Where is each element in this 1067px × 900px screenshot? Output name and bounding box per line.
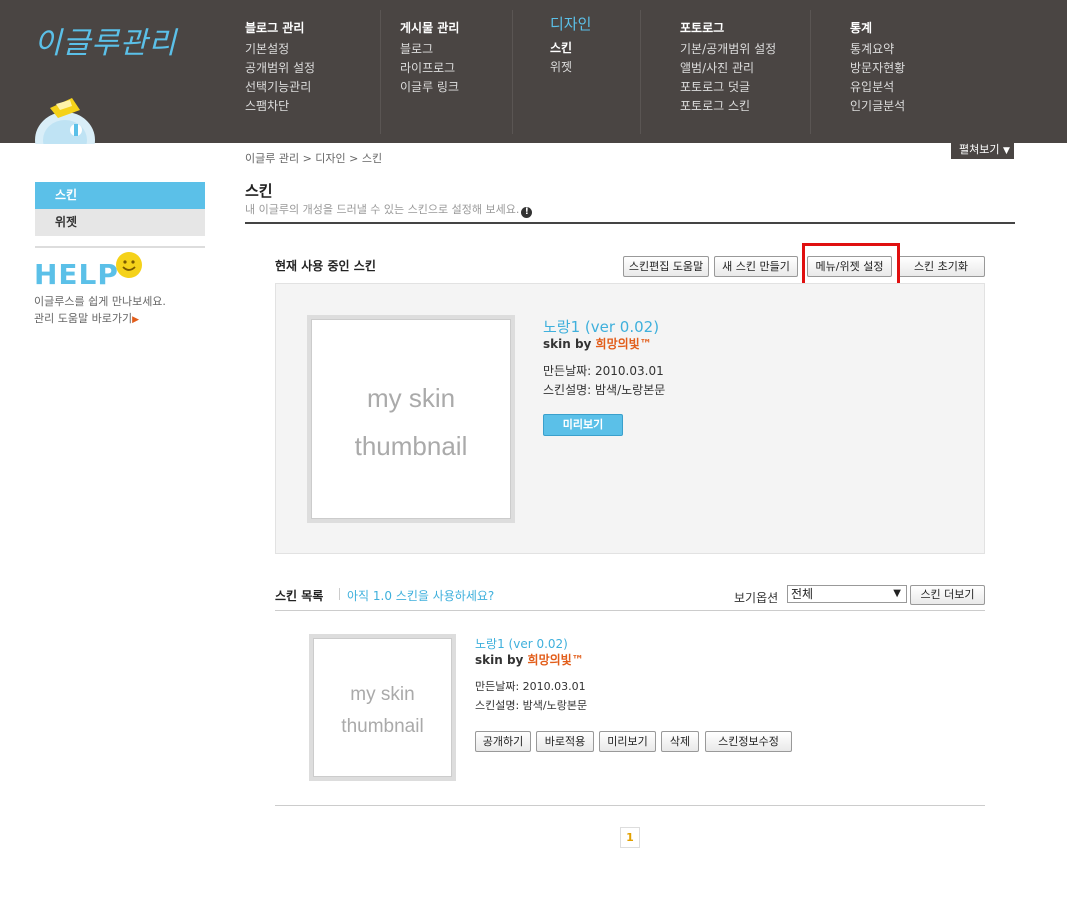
thumbnail-text: my skin (350, 684, 415, 705)
thumbnail-frame (311, 319, 511, 519)
expand-button-label: 펼쳐보기 (959, 143, 1000, 156)
chevron-down-icon: ▼ (893, 588, 901, 599)
label-divider (339, 588, 340, 600)
pagination-page[interactable]: 1 (620, 827, 640, 848)
skin-description: 스킨설명: 밤색/노랑본문 (475, 699, 588, 712)
mascot-icon (32, 96, 98, 144)
nav-skin[interactable]: 스킨 (550, 39, 591, 58)
skin-author[interactable]: 희망의빛™ (596, 337, 652, 351)
nav-photolog-skin[interactable]: 포토로그 스킨 (680, 97, 776, 116)
nav-basic-settings[interactable]: 기본설정 (245, 40, 315, 59)
skin-thumbnail: my skin thumbnail (309, 634, 456, 781)
current-skin-label: 현재 사용 중인 스킨 (275, 259, 376, 273)
nav-photolog-settings[interactable]: 기본/공개범위 설정 (680, 40, 776, 59)
chevron-down-icon: ▼ (1002, 146, 1010, 156)
skin-description: 스킨설명: 밤색/노랑본문 (543, 383, 666, 397)
skin-date: 만든날짜: 2010.03.01 (543, 364, 664, 378)
skin-by-label: skin by (475, 653, 528, 667)
skin-list-label: 스킨 목록 (275, 589, 324, 603)
skin-date: 만든날짜: 2010.03.01 (475, 680, 586, 693)
nav-album-manage[interactable]: 앨범/사진 관리 (680, 59, 776, 78)
nav-photolog-comments[interactable]: 포토로그 덧글 (680, 78, 776, 97)
nav-egloo-link[interactable]: 이글루 링크 (400, 78, 459, 97)
help-link-label: 관리 도움말 바로가기 (34, 312, 133, 325)
nav-title-blog-admin[interactable]: 블로그 관리 (245, 18, 315, 40)
nav-divider (512, 10, 513, 134)
help-link[interactable]: 관리 도움말 바로가기▶ (34, 310, 139, 326)
sidebar-item-widget[interactable]: 위젯 (35, 209, 205, 236)
nav-blog-admin: 블로그 관리 기본설정 공개범위 설정 선택기능관리 스팸차단 (245, 18, 315, 116)
skin-edit-help-button[interactable]: 스킨편집 도움말 (623, 256, 709, 277)
apply-now-button[interactable]: 바로적용 (536, 731, 594, 752)
sidebar-item-skin[interactable]: 스킨 (35, 182, 205, 209)
title-divider (245, 222, 1015, 224)
thumbnail-text: my skin (366, 383, 456, 413)
nav-divider (640, 10, 641, 134)
skin-thumbnail: my skin thumbnail (307, 315, 515, 523)
new-skin-button[interactable]: 새 스킨 만들기 (714, 256, 798, 277)
nav-visibility-settings[interactable]: 공개범위 설정 (245, 59, 315, 78)
skin-author-line: skin by 희망의빛™ (475, 651, 584, 668)
preview-button[interactable]: 미리보기 (543, 414, 623, 436)
nav-lifelog[interactable]: 라이프로그 (400, 59, 459, 78)
help-text: 이글루스를 쉽게 만나보세요. (34, 295, 166, 308)
nav-post-admin: 게시물 관리 블로그 라이프로그 이글루 링크 (400, 18, 459, 97)
thumbnail-text: thumbnail (341, 716, 424, 737)
list-bottom-divider (275, 805, 985, 806)
delete-button[interactable]: 삭제 (661, 731, 699, 752)
list-divider (275, 610, 985, 611)
info-icon[interactable]: ! (521, 207, 533, 218)
nav-stats-summary[interactable]: 통계요약 (850, 40, 905, 59)
expand-button[interactable]: 펼쳐보기 ▼ (951, 142, 1014, 159)
legacy-skin-link[interactable]: 아직 1.0 스킨을 사용하세요? (347, 587, 494, 604)
edit-skin-info-button[interactable]: 스킨정보수정 (705, 731, 792, 752)
nav-title-stats[interactable]: 통계 (850, 18, 905, 40)
view-option-select[interactable]: 전체 ▼ (787, 585, 907, 603)
sidebar-divider (35, 246, 205, 248)
view-option-value: 전체 (791, 587, 814, 601)
nav-spam-block[interactable]: 스팸차단 (245, 97, 315, 116)
publish-button[interactable]: 공개하기 (475, 731, 531, 752)
skin-reset-button[interactable]: 스킨 초기화 (897, 256, 985, 277)
arrow-right-icon: ▶ (132, 315, 139, 325)
nav-widget[interactable]: 위젯 (550, 58, 591, 77)
nav-optional-features[interactable]: 선택기능관리 (245, 78, 315, 97)
thumbnail-text: thumbnail (354, 431, 468, 461)
nav-inflow-analysis[interactable]: 유입분석 (850, 78, 905, 97)
nav-blog[interactable]: 블로그 (400, 40, 459, 59)
preview-button[interactable]: 미리보기 (599, 731, 656, 752)
skin-name[interactable]: 노랑1 (ver 0.02) (475, 635, 568, 652)
help-title: HELP (34, 258, 119, 291)
nav-divider (380, 10, 381, 134)
nav-design: 디자인 스킨 위젯 (550, 15, 591, 77)
smiley-icon (116, 252, 142, 278)
nav-title-design[interactable]: 디자인 (550, 15, 591, 39)
logo[interactable]: 이글루관리 (34, 18, 177, 62)
skin-name: 노랑1 (ver 0.02) (543, 318, 660, 336)
nav-stats: 통계 통계요약 방문자현황 유입분석 인기글분석 (850, 18, 905, 116)
skin-by-label: skin by (543, 337, 596, 351)
page-subtitle: 내 이글루의 개성을 드러낼 수 있는 스킨으로 설정해 보세요.! (245, 201, 533, 218)
page-subtitle-text: 내 이글루의 개성을 드러낼 수 있는 스킨으로 설정해 보세요. (245, 203, 520, 216)
skin-author[interactable]: 희망의빛™ (528, 653, 584, 667)
top-header: 이글루관리 블로그 관리 기본설정 공개범위 설정 선택기능관리 스팸차단 게시… (0, 0, 1067, 144)
breadcrumb: 이글루 관리 > 디자인 > 스킨 (245, 152, 383, 165)
nav-title-post-admin[interactable]: 게시물 관리 (400, 18, 459, 40)
page-title: 스킨 (245, 182, 273, 200)
thumbnail-frame (313, 638, 452, 777)
nav-title-photolog[interactable]: 포토로그 (680, 18, 776, 40)
nav-visitor-status[interactable]: 방문자현황 (850, 59, 905, 78)
nav-photolog: 포토로그 기본/공개범위 설정 앨범/사진 관리 포토로그 덧글 포토로그 스킨 (680, 18, 776, 116)
view-option-label: 보기옵션 (734, 591, 779, 605)
nav-popular-posts[interactable]: 인기글분석 (850, 97, 905, 116)
more-skins-button[interactable]: 스킨 더보기 (910, 585, 985, 605)
nav-divider (810, 10, 811, 134)
skin-author-line: skin by 희망의빛™ (543, 335, 652, 352)
